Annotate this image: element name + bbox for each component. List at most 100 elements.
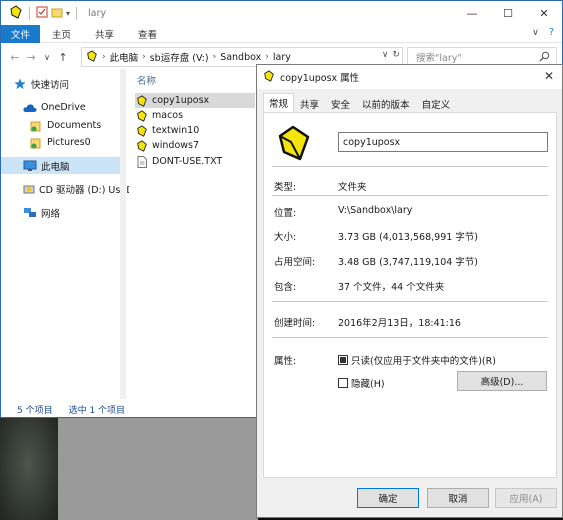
dialog-title: copy1uposx 属性 <box>280 73 360 84</box>
nav-item-network[interactable]: 网络 <box>1 204 125 221</box>
tab-share[interactable]: 共享 <box>83 25 126 43</box>
attributes-label: 属性: <box>274 356 297 367</box>
tab-file[interactable]: 文件 <box>1 24 41 43</box>
new-folder-icon[interactable] <box>51 6 63 21</box>
file-name: copy1uposx <box>152 95 210 106</box>
sandboxie-folder-icon <box>135 139 148 152</box>
title-bar: ▾ lary — ☐ ✕ <box>1 1 562 25</box>
status-selected-count: 选中 1 个项目 <box>68 405 126 416</box>
file-name: windows7 <box>152 140 200 151</box>
sandboxie-folder-icon <box>135 94 148 107</box>
nav-item-label: Documents <box>47 120 102 131</box>
quick-access-toolbar: ▾ <box>1 4 80 22</box>
hidden-checkbox[interactable] <box>338 378 348 388</box>
network-icon <box>23 206 37 220</box>
file-name: DONT-USE.TXT <box>152 156 223 167</box>
tab-view[interactable]: 查看 <box>126 25 169 43</box>
nav-item-pictures[interactable]: Pictures0 <box>1 134 125 151</box>
tab-sharing[interactable]: 共享 <box>294 95 325 113</box>
window-title: lary <box>88 7 107 19</box>
qat-dropdown-icon[interactable]: ▾ <box>66 9 70 18</box>
sandboxie-folder-icon <box>86 49 98 65</box>
back-button[interactable]: ← <box>7 51 23 64</box>
forward-button[interactable]: → <box>23 51 39 64</box>
search-placeholder: 搜索"lary" <box>416 53 462 64</box>
breadcrumb-separator[interactable]: › <box>213 52 217 62</box>
breadcrumb-separator[interactable]: › <box>265 52 269 62</box>
list-item[interactable]: windows7 <box>135 138 255 153</box>
help-icon[interactable]: ? <box>549 27 554 38</box>
dialog-tabs: 常规 共享 安全 以前的版本 自定义 <box>263 93 457 113</box>
text-file-icon <box>135 155 148 168</box>
nav-item-label: 网络 <box>41 208 61 220</box>
breadcrumb-separator[interactable]: › <box>102 52 106 62</box>
file-name: macos <box>152 110 184 121</box>
properties-dialog: copy1uposx 属性 ✕ 常规 共享 安全 以前的版本 自定义 copy1… <box>256 64 563 518</box>
expand-ribbon-icon[interactable]: ∨ <box>532 27 539 38</box>
file-name: textwin10 <box>152 125 200 136</box>
location-value: V:\Sandbox\lary <box>338 205 413 216</box>
status-bar: 5 个项目 选中 1 个项目 <box>1 401 257 417</box>
divider <box>272 166 548 167</box>
sandboxie-folder-icon <box>9 4 23 22</box>
tab-security[interactable]: 安全 <box>325 95 356 113</box>
folder-synced-icon <box>29 136 43 150</box>
folder-name-value: copy1uposx <box>343 136 401 148</box>
nav-item-label: 此电脑 <box>41 161 70 173</box>
up-button[interactable]: ↑ <box>55 51 71 64</box>
recent-locations-button[interactable]: ∨ <box>39 53 55 62</box>
tab-customize[interactable]: 自定义 <box>416 95 457 113</box>
refresh-icon[interactable]: ↻ <box>392 50 400 60</box>
breadcrumb-sandbox[interactable]: Sandbox <box>220 52 261 63</box>
hidden-checkbox-row[interactable]: 隐藏(H) <box>338 376 385 390</box>
sandboxie-folder-icon <box>276 125 312 161</box>
nav-item-onedrive[interactable]: OneDrive <box>1 99 125 116</box>
ok-button[interactable]: 确定 <box>357 488 419 508</box>
disk-size-value: 3.48 GB (3,747,119,104 字节) <box>338 257 479 268</box>
list-item[interactable]: DONT-USE.TXT <box>135 154 255 169</box>
folder-synced-icon <box>29 119 43 133</box>
type-value: 文件夹 <box>338 182 367 193</box>
nav-item-this-pc[interactable]: 此电脑 <box>1 157 125 174</box>
column-header-name[interactable]: 名称 <box>137 73 156 87</box>
maximize-button[interactable]: ☐ <box>490 1 526 25</box>
minimize-button[interactable]: — <box>454 1 490 25</box>
folder-name-field[interactable]: copy1uposx <box>338 132 548 152</box>
navigation-scrollbar[interactable] <box>120 69 126 399</box>
close-button[interactable]: ✕ <box>526 1 562 25</box>
dialog-close-icon[interactable]: ✕ <box>544 69 554 83</box>
tab-previous-versions[interactable]: 以前的版本 <box>356 95 416 113</box>
computer-icon <box>23 159 37 173</box>
desktop-window-shadow <box>58 418 258 520</box>
type-label: 类型: <box>274 182 297 193</box>
cd-drive-icon <box>23 182 35 196</box>
search-icon[interactable] <box>539 51 550 65</box>
list-item[interactable]: macos <box>135 108 255 123</box>
location-label: 位置: <box>274 208 297 219</box>
nav-item-cd-drive[interactable]: CD 驱动器 (D:) UsbD <box>1 180 134 197</box>
cancel-button[interactable]: 取消 <box>427 488 489 508</box>
created-label: 创建时间: <box>274 318 316 329</box>
list-item[interactable]: textwin10 <box>135 123 255 138</box>
apply-button[interactable]: 应用(A) <box>495 488 557 508</box>
list-item[interactable]: copy1uposx <box>135 93 255 108</box>
readonly-checkbox[interactable] <box>338 355 348 365</box>
readonly-checkbox-row[interactable]: 只读(仅应用于文件夹中的文件)(R) <box>338 353 496 367</box>
divider <box>272 337 548 338</box>
advanced-button[interactable]: 高级(D)... <box>457 371 547 391</box>
breadcrumb-separator[interactable]: › <box>142 52 146 62</box>
address-dropdown-icon[interactable]: ∨ <box>382 50 389 60</box>
nav-item-documents[interactable]: Documents <box>1 117 125 134</box>
star-icon <box>13 77 27 91</box>
breadcrumb-drive[interactable]: sb运存盘 (V:) <box>150 50 209 64</box>
tab-general[interactable]: 常规 <box>263 93 295 113</box>
created-value: 2016年2月13日，18:41:16 <box>338 318 461 329</box>
tab-home[interactable]: 主页 <box>40 25 83 43</box>
cloud-icon <box>23 101 37 115</box>
nav-item-quick-access[interactable]: 快速访问 <box>1 75 125 92</box>
breadcrumb-this-pc[interactable]: 此电脑 <box>110 50 139 64</box>
nav-item-label: OneDrive <box>41 102 86 113</box>
size-label: 大小: <box>274 232 297 243</box>
properties-icon[interactable] <box>36 6 48 21</box>
breadcrumb-lary[interactable]: lary <box>273 52 291 63</box>
